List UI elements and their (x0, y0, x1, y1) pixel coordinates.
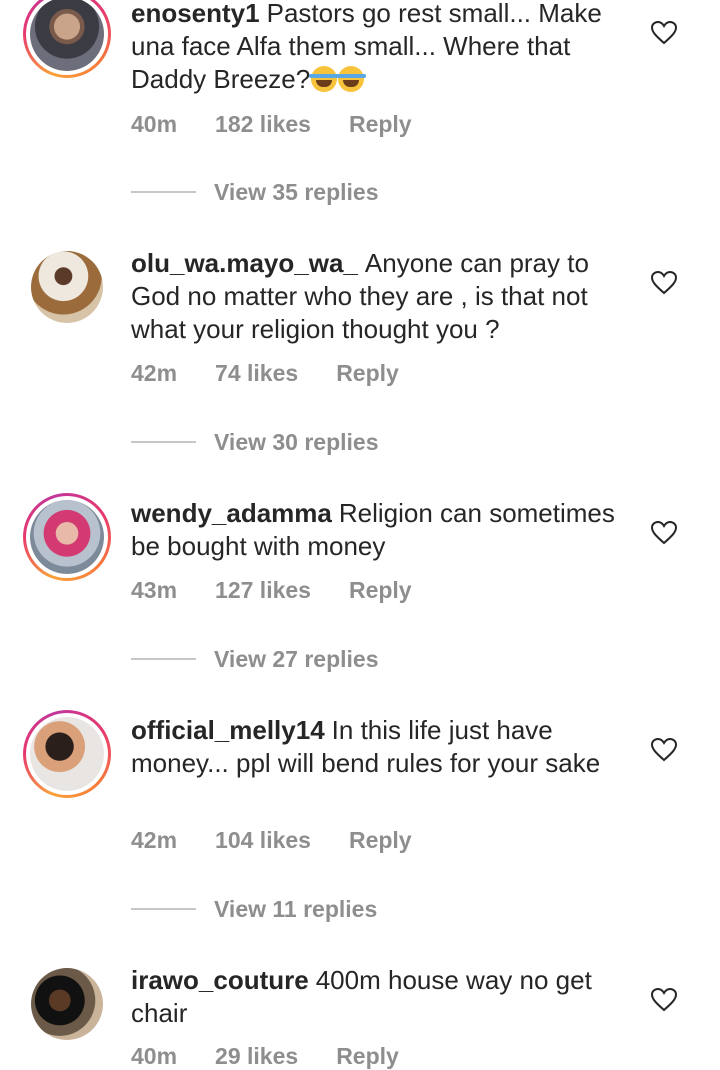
reply-button[interactable]: Reply (349, 827, 412, 854)
comment-text-block: wendy_adamma Religion can sometimes be bo… (131, 497, 636, 563)
comment-meta: 40m 29 likes Reply (131, 1043, 399, 1070)
divider-line (131, 908, 196, 910)
comment-time: 43m (131, 577, 178, 603)
comment-likes[interactable]: 104 likes (215, 827, 311, 854)
avatar (30, 0, 104, 71)
comment-time: 42m (131, 827, 178, 853)
comment-likes[interactable]: 29 likes (215, 1043, 298, 1070)
view-replies-label: View 27 replies (214, 645, 379, 672)
avatar-wrapper[interactable] (23, 243, 111, 331)
view-replies-button[interactable]: View 11 replies (131, 894, 377, 924)
avatar (31, 251, 103, 323)
reply-button[interactable]: Reply (349, 111, 412, 138)
comment-username[interactable]: wendy_adamma (131, 498, 332, 528)
comment-time: 40m (131, 1043, 178, 1069)
avatar-story-ring[interactable] (23, 0, 111, 78)
heart-outline-icon[interactable] (651, 521, 677, 545)
comment-likes[interactable]: 182 likes (215, 111, 311, 138)
comment-text-block: official_melly14 In this life just have m… (131, 714, 636, 780)
comment-text-block: irawo_couture 400m house way no get chair (131, 964, 636, 1030)
comment-meta: 40m 182 likes Reply (131, 111, 412, 138)
reply-button[interactable]: Reply (336, 1043, 399, 1070)
laughing-emoji-icon (309, 66, 340, 92)
comment-username[interactable]: olu_wa.mayo_wa_ (131, 248, 358, 278)
avatar-wrapper[interactable] (23, 960, 111, 1048)
comment-time: 42m (131, 360, 178, 386)
comment-username[interactable]: official_melly14 (131, 715, 325, 745)
avatar-story-ring[interactable] (23, 710, 111, 798)
comment-text-block: enosenty1 Pastors go rest small... Make u… (131, 0, 636, 96)
view-replies-label: View 35 replies (214, 178, 379, 205)
comment-username[interactable]: enosenty1 (131, 0, 260, 28)
avatar (30, 500, 104, 574)
heart-outline-icon[interactable] (651, 271, 677, 295)
divider-line (131, 191, 196, 193)
view-replies-button[interactable]: View 27 replies (131, 644, 379, 674)
view-replies-label: View 30 replies (214, 428, 379, 455)
comment-username[interactable]: irawo_couture (131, 965, 309, 995)
heart-outline-icon[interactable] (651, 988, 677, 1012)
heart-outline-icon[interactable] (651, 21, 677, 45)
comment-meta: 42m 74 likes Reply (131, 360, 399, 387)
comment-meta: 42m 104 likes Reply (131, 827, 412, 854)
comment-time: 40m (131, 111, 178, 137)
comment-likes[interactable]: 127 likes (215, 577, 311, 604)
avatar (31, 968, 103, 1040)
view-replies-button[interactable]: View 30 replies (131, 427, 379, 457)
comment-text-block: olu_wa.mayo_wa_ Anyone can pray to God no… (131, 247, 636, 346)
heart-outline-icon[interactable] (651, 738, 677, 762)
view-replies-button[interactable]: View 35 replies (131, 177, 379, 207)
laughing-emoji-icon (336, 66, 367, 92)
divider-line (131, 441, 196, 443)
reply-button[interactable]: Reply (336, 360, 399, 387)
comment-likes[interactable]: 74 likes (215, 360, 298, 387)
reply-button[interactable]: Reply (349, 577, 412, 604)
avatar (30, 717, 104, 791)
view-replies-label: View 11 replies (214, 895, 378, 922)
avatar-story-ring[interactable] (23, 493, 111, 581)
comment-meta: 43m 127 likes Reply (131, 577, 412, 604)
divider-line (131, 658, 196, 660)
